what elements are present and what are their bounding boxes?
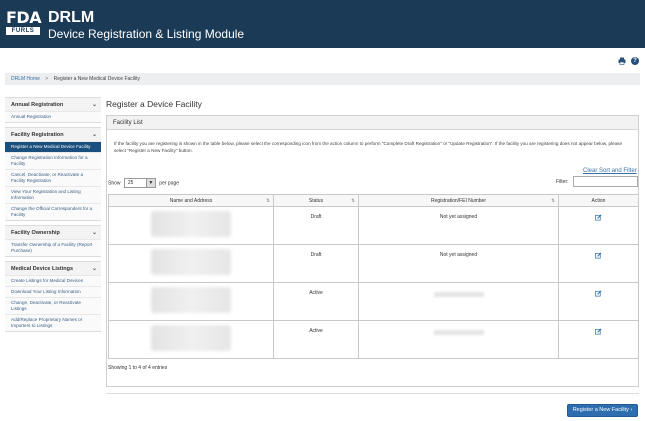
sidebar-item-download-listing[interactable]: Download Your Listing Information	[5, 286, 101, 297]
table-row: Draft Not yet assigned	[108, 206, 639, 245]
name-address-cell	[108, 244, 274, 283]
sidebar-section-facility-registration: Facility Registration ⌄ Register a New M…	[5, 127, 101, 221]
sidebar-item-create-listings[interactable]: Create Listings for Medical Devices	[5, 275, 101, 286]
action-cell	[558, 206, 639, 245]
sidebar-header-device-listings[interactable]: Medical Device Listings ⌄	[5, 261, 101, 275]
registration-number-cell: Not yet assigned	[358, 244, 559, 283]
column-header-label: Name and Address	[169, 197, 213, 204]
logo-furls-text: FURLS	[6, 27, 40, 35]
table-row: Draft Not yet assigned	[108, 244, 639, 283]
sidebar-header-annual-registration[interactable]: Annual Registration ⌄	[5, 97, 101, 111]
table-row: Active	[108, 320, 639, 359]
sidebar-header-label: Medical Device Listings	[11, 266, 74, 272]
redacted-registration-number	[433, 330, 484, 335]
chevron-down-icon: ⌄	[91, 102, 97, 108]
app-header: FDA FURLS DRLM Device Registration & Lis…	[0, 0, 645, 48]
breadcrumb-home-link[interactable]: DRLM Home	[11, 76, 40, 82]
instructions-text: If the facility you are registering is s…	[114, 141, 623, 153]
action-cell	[558, 282, 639, 321]
dropdown-arrow-icon: ▼	[145, 179, 155, 187]
help-icon[interactable]: ?	[631, 57, 639, 65]
register-new-facility-button[interactable]: Register a New Facility ›	[567, 404, 638, 417]
clear-sort-filter-link[interactable]: Clear Sort and Filter	[583, 168, 637, 174]
sort-icon: ⇅	[266, 198, 270, 203]
page-title: Register a Device Facility	[106, 99, 202, 109]
redacted-registration-number	[433, 292, 484, 297]
per-page-label: per page	[159, 180, 180, 187]
sidebar-item-transfer-ownership[interactable]: Transfer Ownership of a Facility (Report…	[5, 239, 101, 256]
edit-icon[interactable]	[595, 328, 602, 335]
redacted-name-address	[151, 249, 231, 275]
facility-list-panel: Facility List If the facility you are re…	[106, 115, 639, 387]
entries-summary: Showing 1 to 4 of 4 entries	[108, 365, 168, 371]
show-label: Show	[108, 180, 121, 187]
app-title: DRLM	[48, 9, 95, 26]
sidebar-item-change-correspondent[interactable]: Change the Official Correspondent for a …	[5, 203, 101, 220]
chevron-down-icon: ⌄	[91, 132, 97, 138]
sidebar-item-cancel-registration[interactable]: Cancel, Deactivate, or Reactivate a Faci…	[5, 169, 101, 186]
sidebar-header-facility-registration[interactable]: Facility Registration ⌄	[5, 127, 101, 141]
edit-icon[interactable]	[595, 252, 602, 259]
sidebar-section-annual-registration: Annual Registration ⌄ Annual Registratio…	[5, 97, 101, 123]
sidebar-section-device-listings: Medical Device Listings ⌄ Create Listing…	[5, 261, 101, 332]
chevron-down-icon: ⌄	[91, 266, 97, 272]
name-address-cell	[108, 320, 274, 359]
sidebar-item-annual-registration[interactable]: Annual Registration	[5, 111, 101, 122]
logo-fda-text: FDA	[6, 8, 42, 27]
divider	[106, 393, 639, 394]
filter-label: Filter:	[556, 179, 569, 185]
sidebar-item-view-registration[interactable]: View Your Registration and Listing Infor…	[5, 186, 101, 203]
name-address-cell	[108, 282, 274, 321]
column-header-status[interactable]: Status ⇅	[273, 194, 359, 207]
panel-title: Facility List	[107, 116, 638, 130]
chevron-down-icon: ⌄	[91, 230, 97, 236]
sidebar-item-proprietary-names[interactable]: Add/Replace Proprietary Names or Importe…	[5, 314, 101, 331]
registration-number-cell	[358, 320, 559, 359]
redacted-name-address	[151, 211, 231, 237]
registration-number-cell	[358, 282, 559, 321]
page-size-select[interactable]: 25 ▼	[123, 178, 156, 188]
table-row: Active	[108, 282, 639, 321]
column-header-label: Action	[591, 197, 606, 204]
breadcrumb-current: Register a New Medical Device Facility	[53, 76, 141, 82]
status-cell: Active	[273, 320, 359, 359]
edit-icon[interactable]	[595, 290, 602, 297]
page-size-value: 25	[127, 180, 134, 186]
action-cell	[558, 320, 639, 359]
breadcrumb-separator: >	[45, 76, 49, 82]
app-subtitle: Device Registration & Listing Module	[48, 27, 245, 41]
sidebar-nav: Annual Registration ⌄ Annual Registratio…	[5, 97, 101, 332]
breadcrumb: DRLM Home > Register a New Medical Devic…	[5, 73, 640, 85]
facility-table: Name and Address ⇅ Status ⇅ Registration…	[108, 194, 639, 359]
redacted-name-address	[151, 325, 231, 351]
status-cell: Active	[273, 282, 359, 321]
sidebar-item-change-registration[interactable]: Change Registration Information for a Fa…	[5, 152, 101, 169]
status-cell: Draft	[273, 206, 359, 245]
sidebar-section-facility-ownership: Facility Ownership ⌄ Transfer Ownership …	[5, 225, 101, 257]
sidebar-header-label: Facility Ownership	[11, 230, 60, 236]
sidebar-item-change-listings[interactable]: Change, Deactivate, or Reactivate Listin…	[5, 297, 101, 314]
sidebar-item-register-new-facility[interactable]: Register a New Medical Device Facility	[5, 141, 101, 152]
column-header-action: Action	[558, 194, 639, 207]
sidebar-header-facility-ownership[interactable]: Facility Ownership ⌄	[5, 225, 101, 239]
print-icon[interactable]	[618, 57, 626, 65]
sidebar-header-label: Annual Registration	[11, 102, 64, 108]
registration-number-cell: Not yet assigned	[358, 206, 559, 245]
sort-icon: ⇅	[551, 198, 555, 203]
column-header-name[interactable]: Name and Address ⇅	[108, 194, 274, 207]
filter-input[interactable]	[573, 176, 638, 187]
redacted-name-address	[151, 287, 231, 313]
status-cell: Draft	[273, 244, 359, 283]
column-header-registration[interactable]: Registration/FEI Number ⇅	[358, 194, 559, 207]
page-size-control: Show 25 ▼ per page	[108, 178, 179, 188]
fda-furls-logo: FDA FURLS	[6, 8, 42, 35]
table-header-row: Name and Address ⇅ Status ⇅ Registration…	[108, 194, 639, 207]
column-header-label: Registration/FEI Number	[430, 197, 487, 204]
column-header-label: Status	[308, 197, 324, 204]
name-address-cell	[108, 206, 274, 245]
sidebar-header-label: Facility Registration	[11, 132, 64, 138]
action-cell	[558, 244, 639, 283]
edit-icon[interactable]	[595, 214, 602, 221]
sort-icon: ⇅	[351, 198, 355, 203]
